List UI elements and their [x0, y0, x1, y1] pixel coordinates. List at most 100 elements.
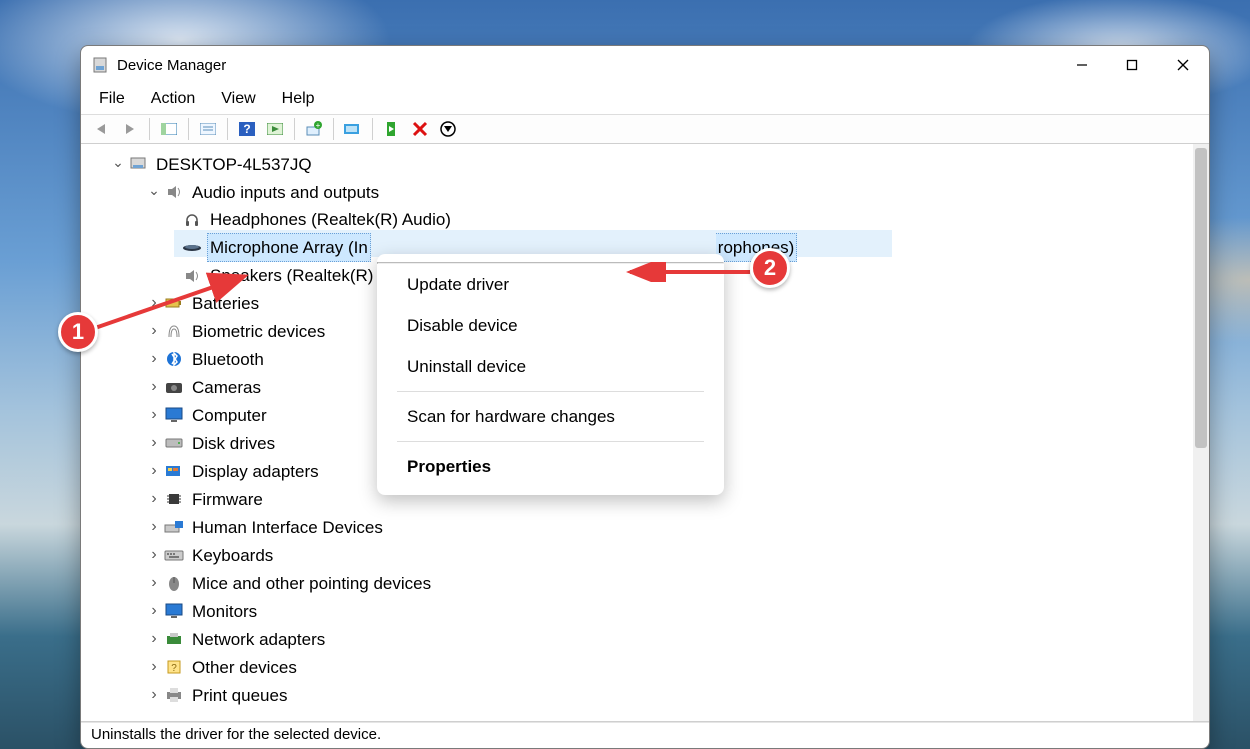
- menu-action[interactable]: Action: [147, 88, 199, 110]
- help-button[interactable]: ?: [234, 117, 260, 141]
- annotation-callout-1: 1: [58, 312, 98, 352]
- category-label: Firmware: [189, 486, 266, 513]
- device-label: Headphones (Realtek(R) Audio): [207, 206, 454, 233]
- category-mice[interactable]: Mice and other pointing devices: [89, 569, 1193, 597]
- maximize-icon: [1125, 58, 1139, 72]
- menu-file[interactable]: File: [95, 88, 129, 110]
- properties-button[interactable]: [195, 117, 221, 141]
- category-label: Bluetooth: [189, 346, 267, 373]
- context-menu-properties[interactable]: Properties: [377, 446, 724, 487]
- chevron-right-icon[interactable]: [145, 401, 163, 429]
- minimize-icon: [1075, 58, 1089, 72]
- monitor-icon: [163, 405, 185, 425]
- display-adapter-icon: [163, 461, 185, 481]
- chevron-right-icon[interactable]: [145, 345, 163, 373]
- category-label: Audio inputs and outputs: [189, 179, 382, 206]
- context-menu-scan-hardware[interactable]: Scan for hardware changes: [377, 396, 724, 437]
- app-icon: [91, 56, 109, 74]
- category-audio[interactable]: Audio inputs and outputs: [89, 178, 1193, 206]
- category-label: Monitors: [189, 598, 260, 625]
- category-keyboards[interactable]: Keyboards: [89, 541, 1193, 569]
- context-menu-uninstall-device[interactable]: Uninstall device: [377, 346, 724, 387]
- chevron-right-icon[interactable]: [145, 457, 163, 485]
- update-driver-icon: +: [305, 121, 323, 137]
- network-icon: [163, 629, 185, 649]
- enable-icon: [385, 121, 399, 137]
- scrollbar-thumb[interactable]: [1195, 148, 1207, 448]
- annotation-callout-2: 2: [750, 248, 790, 288]
- category-label: Other devices: [189, 654, 300, 681]
- disable-device-button[interactable]: [435, 117, 461, 141]
- svg-text:+: +: [316, 121, 321, 130]
- disable-icon: [440, 121, 456, 137]
- chevron-right-icon[interactable]: [145, 485, 163, 513]
- uninstall-device-button[interactable]: [407, 117, 433, 141]
- headphones-icon: [181, 210, 203, 230]
- annotation-arrow-1: [90, 268, 260, 338]
- chip-icon: [163, 489, 185, 509]
- titlebar[interactable]: Device Manager: [81, 46, 1209, 84]
- back-icon: [93, 122, 111, 136]
- category-label: Computer: [189, 402, 270, 429]
- chevron-right-icon[interactable]: [145, 653, 163, 681]
- camera-icon: [163, 377, 185, 397]
- content-area: DESKTOP-4L537JQ Audio inputs and outputs…: [81, 144, 1209, 722]
- chevron-right-icon[interactable]: [145, 373, 163, 401]
- unknown-device-icon: ?: [163, 657, 185, 677]
- action-button[interactable]: [262, 117, 288, 141]
- disk-icon: [163, 433, 185, 453]
- device-manager-window: Device Manager File Action View Help ? +: [80, 45, 1210, 749]
- close-button[interactable]: [1157, 46, 1209, 84]
- category-print[interactable]: Print queues: [89, 681, 1193, 709]
- maximize-button[interactable]: [1107, 46, 1157, 84]
- forward-icon: [121, 122, 139, 136]
- category-label: Disk drives: [189, 430, 278, 457]
- bluetooth-icon: [163, 349, 185, 369]
- chevron-right-icon[interactable]: [145, 569, 163, 597]
- device-headphones[interactable]: Headphones (Realtek(R) Audio): [89, 206, 1193, 233]
- chevron-right-icon[interactable]: [145, 541, 163, 569]
- close-icon: [1176, 58, 1190, 72]
- hid-icon: [163, 517, 185, 537]
- device-label-left: Microphone Array (In: [210, 238, 368, 257]
- window-title: Device Manager: [117, 57, 226, 74]
- update-driver-button[interactable]: +: [301, 117, 327, 141]
- chevron-right-icon[interactable]: [145, 513, 163, 541]
- vertical-scrollbar[interactable]: [1193, 144, 1209, 721]
- tree-root[interactable]: DESKTOP-4L537JQ: [89, 150, 1193, 178]
- properties-icon: [200, 123, 216, 135]
- show-hide-console-tree-button[interactable]: [156, 117, 182, 141]
- status-text: Uninstalls the driver for the selected d…: [91, 726, 381, 743]
- context-menu-disable-device[interactable]: Disable device: [377, 305, 724, 346]
- computer-icon: [127, 154, 149, 174]
- minimize-button[interactable]: [1057, 46, 1107, 84]
- scan-icon: [343, 122, 363, 136]
- menubar: File Action View Help: [81, 84, 1209, 114]
- chevron-down-icon[interactable]: [109, 150, 127, 178]
- menu-view[interactable]: View: [217, 88, 259, 110]
- monitor-icon: [163, 601, 185, 621]
- chevron-right-icon[interactable]: [145, 625, 163, 653]
- menu-help[interactable]: Help: [278, 88, 319, 110]
- scan-hardware-button[interactable]: [340, 117, 366, 141]
- category-network[interactable]: Network adapters: [89, 625, 1193, 653]
- category-hid[interactable]: Human Interface Devices: [89, 513, 1193, 541]
- category-label: Keyboards: [189, 542, 276, 569]
- microphone-device-icon: [181, 238, 203, 258]
- back-button[interactable]: [89, 117, 115, 141]
- category-label: Mice and other pointing devices: [189, 570, 434, 597]
- chevron-down-icon[interactable]: [145, 178, 163, 206]
- category-other[interactable]: ? Other devices: [89, 653, 1193, 681]
- category-label: Cameras: [189, 374, 264, 401]
- svg-text:?: ?: [171, 663, 177, 674]
- chevron-right-icon[interactable]: [145, 681, 163, 709]
- chevron-right-icon[interactable]: [145, 597, 163, 625]
- device-tree[interactable]: DESKTOP-4L537JQ Audio inputs and outputs…: [81, 144, 1193, 721]
- enable-device-button[interactable]: [379, 117, 405, 141]
- action-icon: [267, 123, 283, 135]
- chevron-right-icon[interactable]: [145, 429, 163, 457]
- mouse-icon: [163, 573, 185, 593]
- svg-text:?: ?: [243, 122, 250, 136]
- forward-button[interactable]: [117, 117, 143, 141]
- category-monitors[interactable]: Monitors: [89, 597, 1193, 625]
